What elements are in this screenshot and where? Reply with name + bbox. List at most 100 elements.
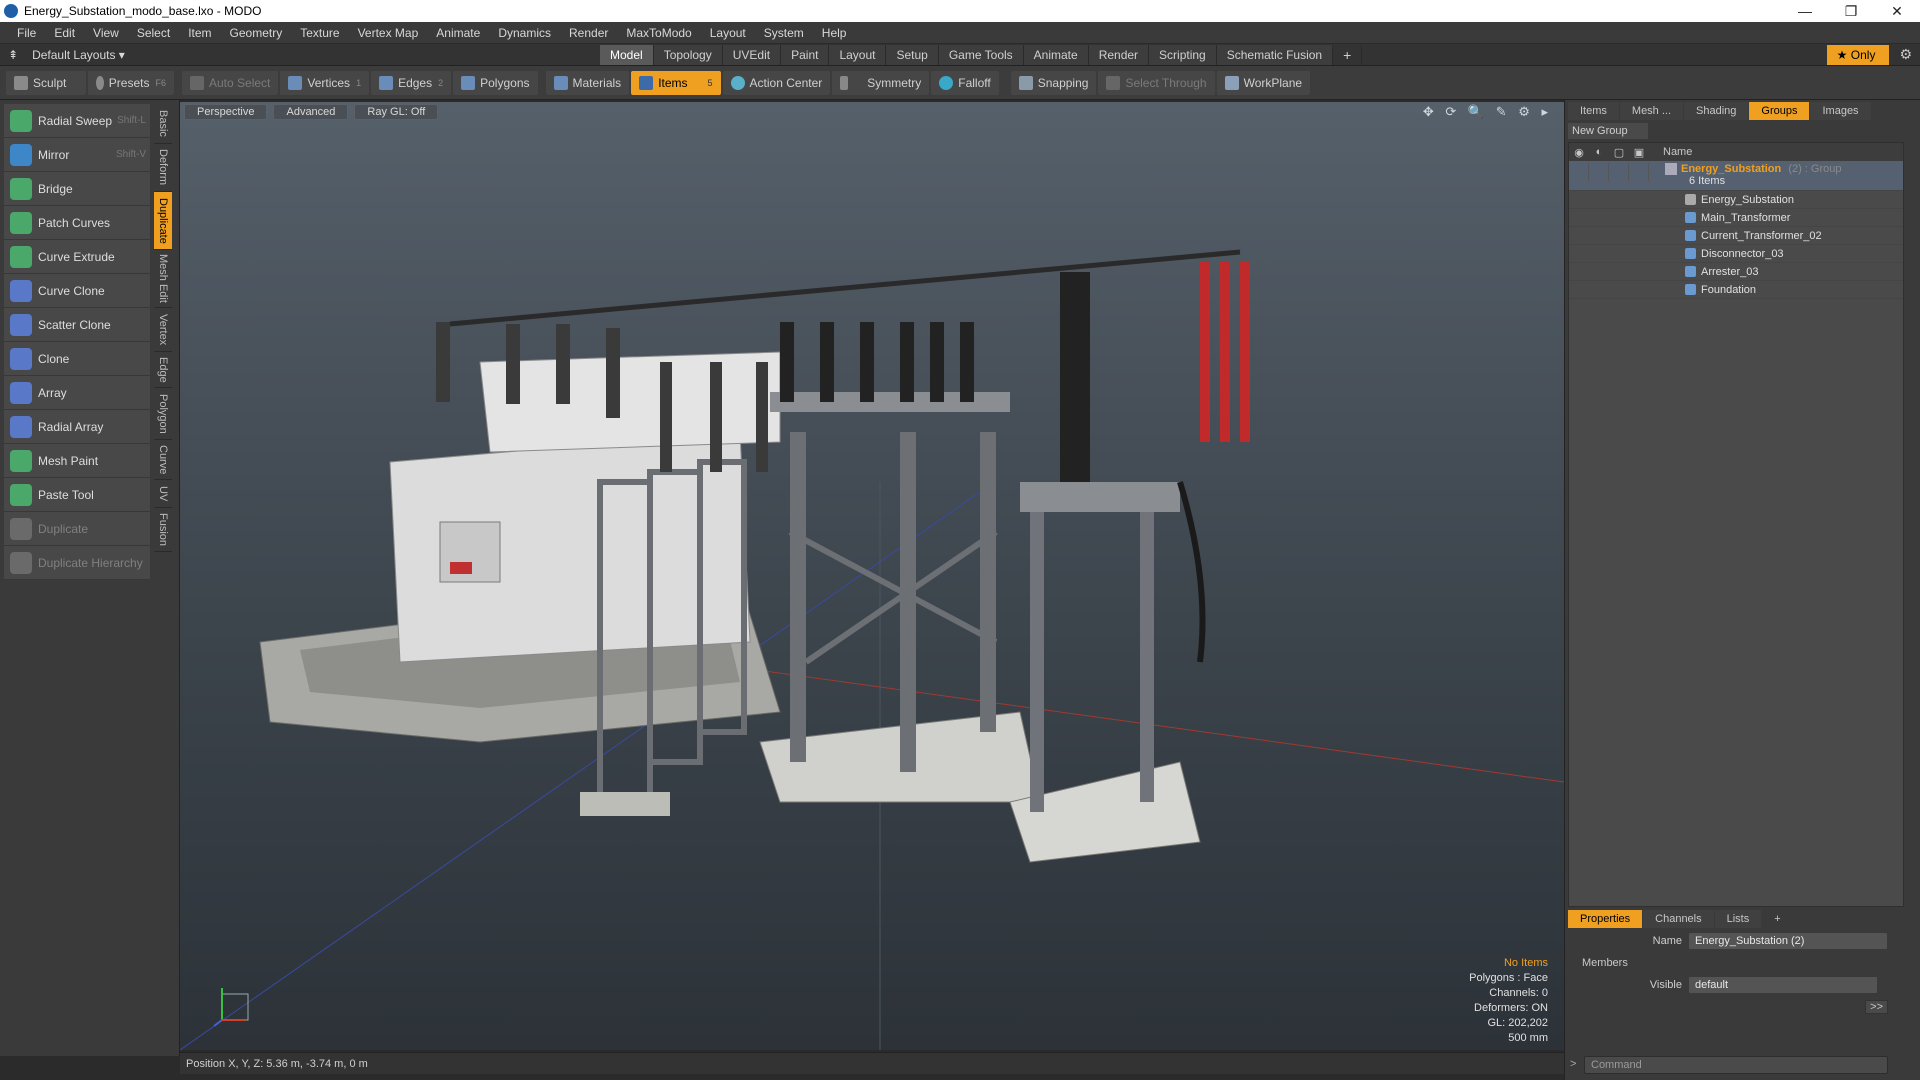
- duplicate-tool[interactable]: Duplicate: [4, 512, 150, 546]
- vtab-deform[interactable]: Deform: [154, 144, 172, 192]
- scatter-clone-tool[interactable]: Scatter Clone: [4, 308, 150, 342]
- items-button[interactable]: Items 5: [631, 70, 721, 95]
- add-tab-button[interactable]: +: [1333, 44, 1363, 65]
- vtab-vertex[interactable]: Vertex: [154, 308, 172, 352]
- menu-render[interactable]: Render: [560, 26, 617, 40]
- curve-extrude-tool[interactable]: Curve Extrude: [4, 240, 150, 274]
- select-icon[interactable]: ▣: [1629, 146, 1649, 159]
- menu-maxtomodo[interactable]: MaxToModo: [617, 26, 700, 40]
- tab-scripting[interactable]: Scripting: [1149, 44, 1217, 65]
- list-item[interactable]: Arrester_03: [1569, 263, 1903, 281]
- 3d-viewport[interactable]: [180, 102, 1564, 1050]
- perspective-dropdown[interactable]: Perspective: [184, 104, 268, 120]
- vtab-mesh-edit[interactable]: Mesh Edit: [154, 250, 172, 308]
- tab-items[interactable]: Items: [1568, 102, 1619, 120]
- tab-model[interactable]: Model: [600, 44, 654, 65]
- default-layouts-dropdown[interactable]: Default Layouts ▾: [32, 48, 125, 62]
- vtab-fusion[interactable]: Fusion: [154, 508, 172, 552]
- close-button[interactable]: ✕: [1874, 0, 1920, 22]
- menu-animate[interactable]: Animate: [427, 26, 489, 40]
- only-toggle[interactable]: ★ Only: [1826, 44, 1890, 65]
- menu-select[interactable]: Select: [128, 26, 179, 40]
- list-item[interactable]: Foundation: [1569, 281, 1903, 299]
- vtab-uv[interactable]: UV: [154, 480, 172, 508]
- vtab-curve[interactable]: Curve: [154, 440, 172, 480]
- menu-item[interactable]: Item: [179, 26, 220, 40]
- paste-tool[interactable]: Paste Tool: [4, 478, 150, 512]
- tab-setup[interactable]: Setup: [886, 44, 939, 65]
- menu-vertex-map[interactable]: Vertex Map: [349, 26, 428, 40]
- materials-button[interactable]: Materials: [545, 70, 630, 95]
- visibility-eye-icon[interactable]: ◉: [1569, 146, 1589, 159]
- menu-system[interactable]: System: [755, 26, 813, 40]
- vtab-edge[interactable]: Edge: [154, 352, 172, 388]
- advanced-dropdown[interactable]: Advanced: [273, 104, 349, 120]
- lock-icon[interactable]: ▢: [1609, 146, 1629, 159]
- name-field[interactable]: Energy_Substation (2): [1688, 932, 1888, 950]
- snapping-button[interactable]: Snapping: [1010, 70, 1097, 95]
- curve-clone-tool[interactable]: Curve Clone: [4, 274, 150, 308]
- menu-help[interactable]: Help: [813, 26, 856, 40]
- tab-render[interactable]: Render: [1088, 44, 1150, 65]
- viewport-nav-icons[interactable]: ✥ ⟳ 🔍 ✎ ⚙ ▸: [1423, 104, 1552, 120]
- array-tool[interactable]: Array: [4, 376, 150, 410]
- tab-animate[interactable]: Animate: [1023, 44, 1089, 65]
- render-icon[interactable]: ◐: [1589, 146, 1609, 158]
- tab-groups[interactable]: Groups: [1749, 102, 1810, 120]
- duplicate-hierarchy-tool[interactable]: Duplicate Hierarchy: [4, 546, 150, 580]
- clone-tool[interactable]: Clone: [4, 342, 150, 376]
- symmetry-button[interactable]: Symmetry: [832, 70, 930, 95]
- members-row[interactable]: Members: [1568, 952, 1904, 974]
- tab-mesh[interactable]: Mesh ...: [1619, 102, 1684, 120]
- tab-channels[interactable]: Channels: [1643, 910, 1714, 928]
- workplane-button[interactable]: WorkPlane: [1216, 70, 1311, 95]
- list-item[interactable]: Current_Transformer_02: [1569, 227, 1903, 245]
- vertices-button[interactable]: Vertices 1: [280, 70, 370, 95]
- mesh-paint-tool[interactable]: Mesh Paint: [4, 444, 150, 478]
- list-item[interactable]: Main_Transformer: [1569, 209, 1903, 227]
- menu-file[interactable]: File: [8, 26, 45, 40]
- add-properties-tab[interactable]: +: [1762, 910, 1792, 928]
- layout-pin-icon[interactable]: ⇞: [8, 48, 18, 62]
- menu-texture[interactable]: Texture: [291, 26, 348, 40]
- polygons-button[interactable]: Polygons: [453, 70, 538, 95]
- radial-array-tool[interactable]: Radial Array: [4, 410, 150, 444]
- tab-images[interactable]: Images: [1810, 102, 1871, 120]
- edges-button[interactable]: Edges 2: [371, 70, 452, 95]
- mirror-tool[interactable]: Mirror Shift-V: [4, 138, 150, 172]
- new-group-button[interactable]: New Group: [1568, 123, 1648, 139]
- vtab-duplicate[interactable]: Duplicate: [154, 192, 172, 250]
- vtab-polygon[interactable]: Polygon: [154, 388, 172, 440]
- tab-properties[interactable]: Properties: [1568, 910, 1643, 928]
- menu-view[interactable]: View: [84, 26, 128, 40]
- tab-schematic-fusion[interactable]: Schematic Fusion: [1216, 44, 1334, 65]
- tab-shading[interactable]: Shading: [1684, 102, 1749, 120]
- command-input[interactable]: Command: [1584, 1056, 1888, 1074]
- auto-select-button[interactable]: Auto Select: [182, 70, 279, 95]
- group-row[interactable]: Energy_Substation (2) : Group 6 Items: [1569, 161, 1903, 191]
- tab-paint[interactable]: Paint: [781, 44, 830, 65]
- tab-layout[interactable]: Layout: [829, 44, 887, 65]
- raygl-toggle[interactable]: Ray GL: Off: [354, 104, 439, 120]
- gear-icon[interactable]: ⚙: [1899, 46, 1912, 63]
- maximize-button[interactable]: ❐: [1828, 0, 1874, 22]
- radial-sweep-tool[interactable]: Radial Sweep Shift-L: [4, 104, 150, 138]
- tab-game-tools[interactable]: Game Tools: [938, 44, 1024, 65]
- action-center-button[interactable]: Action Center: [722, 70, 831, 95]
- falloff-button[interactable]: Falloff: [931, 70, 999, 95]
- list-item[interactable]: Disconnector_03: [1569, 245, 1903, 263]
- minimize-button[interactable]: —: [1782, 0, 1828, 22]
- sculpt-button[interactable]: Sculpt: [6, 70, 86, 95]
- menu-layout[interactable]: Layout: [701, 26, 755, 40]
- tab-lists[interactable]: Lists: [1714, 910, 1762, 928]
- menu-edit[interactable]: Edit: [45, 26, 84, 40]
- menu-dynamics[interactable]: Dynamics: [489, 26, 560, 40]
- menu-geometry[interactable]: Geometry: [221, 26, 292, 40]
- tab-topology[interactable]: Topology: [653, 44, 723, 65]
- tab-uvedit[interactable]: UVEdit: [722, 44, 782, 65]
- presets-button[interactable]: Presets F6: [88, 70, 174, 95]
- expand-button[interactable]: >>: [1865, 1000, 1888, 1014]
- list-item[interactable]: Energy_Substation: [1569, 191, 1903, 209]
- bridge-tool[interactable]: Bridge: [4, 172, 150, 206]
- vtab-basic[interactable]: Basic: [154, 104, 172, 144]
